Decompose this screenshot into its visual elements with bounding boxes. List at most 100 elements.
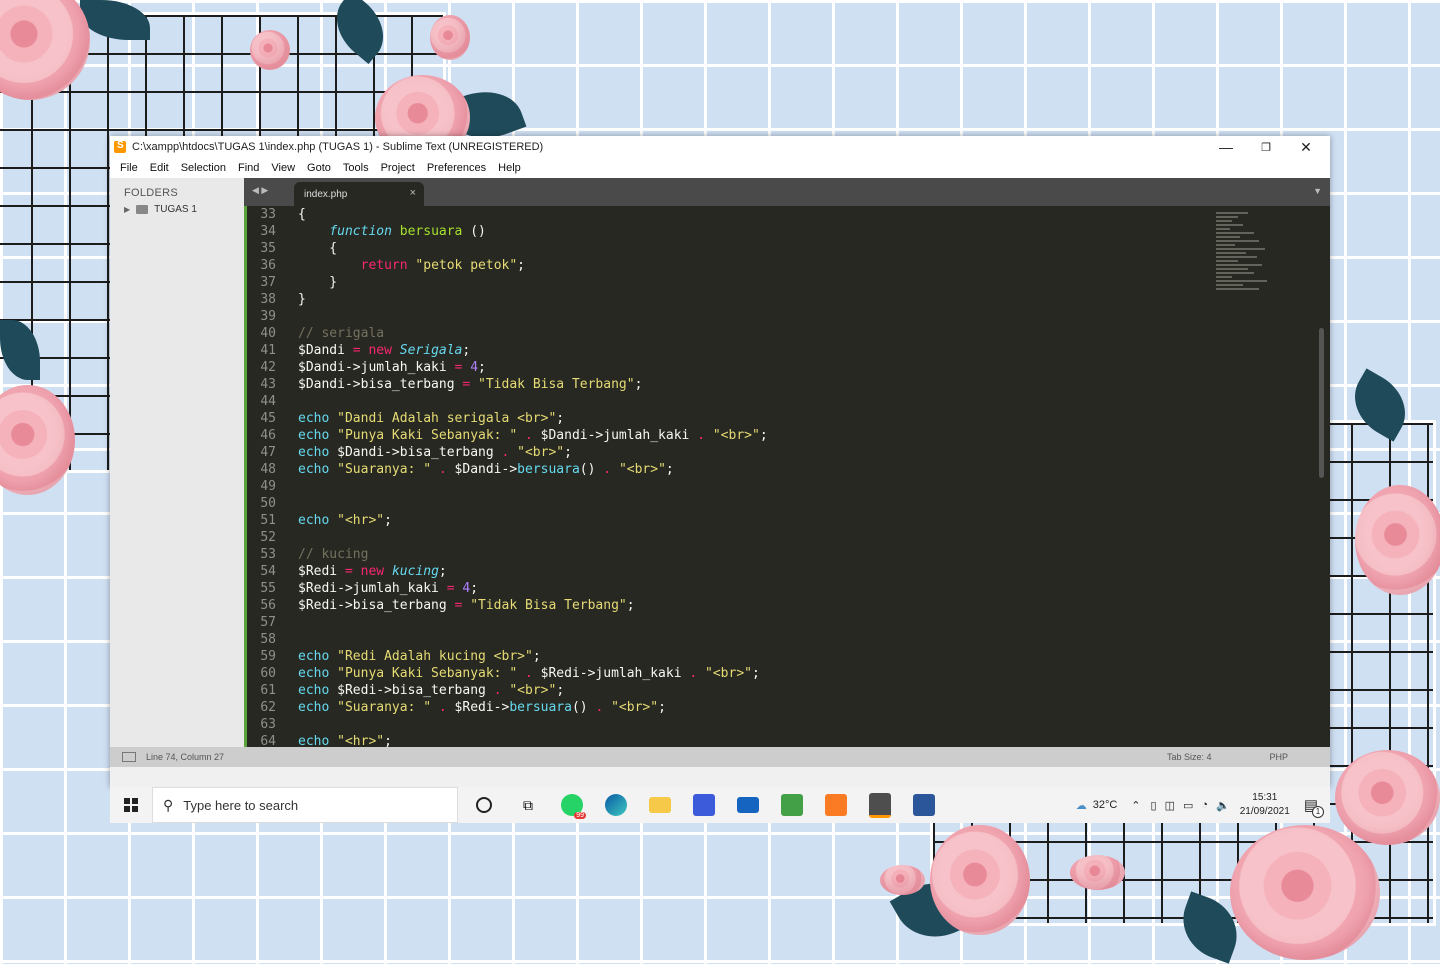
line-number: 55 bbox=[260, 581, 276, 596]
menu-selection[interactable]: Selection bbox=[175, 162, 232, 174]
line-number: 57 bbox=[260, 615, 276, 630]
chevron-up-icon[interactable]: ⌃ bbox=[1131, 799, 1140, 812]
word-icon[interactable] bbox=[908, 787, 940, 823]
vertical-scrollbar[interactable] bbox=[1319, 328, 1324, 478]
menu-goto[interactable]: Goto bbox=[301, 162, 337, 174]
sidebar-folder-tugas-1[interactable]: ▶ TUGAS 1 bbox=[110, 199, 244, 215]
code-line[interactable]: 40 // serigala bbox=[244, 325, 1314, 342]
line-number: 34 bbox=[260, 224, 276, 239]
rose-decoration bbox=[880, 865, 925, 895]
code-line[interactable]: 61 echo $Redi->bisa_terbang . "<br>"; bbox=[244, 682, 1314, 699]
line-number: 59 bbox=[260, 649, 276, 664]
tab-label: index.php bbox=[304, 188, 348, 200]
line-text: $Redi->jumlah_kaki = 4; bbox=[298, 581, 479, 596]
mail-icon[interactable] bbox=[732, 787, 764, 823]
menu-help[interactable]: Help bbox=[492, 162, 527, 174]
code-editor[interactable]: 33{34 function bersuara () 35 {36 return … bbox=[244, 206, 1314, 767]
code-line[interactable]: 37 } bbox=[244, 274, 1314, 291]
code-line[interactable]: 45 echo "Dandi Adalah serigala <br>"; bbox=[244, 410, 1314, 427]
tab-size[interactable]: Tab Size: 4 bbox=[1167, 752, 1212, 762]
code-line[interactable]: 56 $Redi->bisa_terbang = "Tidak Bisa Terb… bbox=[244, 597, 1314, 614]
clock[interactable]: 15:31 21/09/2021 bbox=[1240, 791, 1290, 819]
code-line[interactable]: 63 bbox=[244, 716, 1314, 733]
app-icon-green[interactable] bbox=[776, 787, 808, 823]
menu-find[interactable]: Find bbox=[232, 162, 265, 174]
code-line[interactable]: 48 echo "Suaranya: " . $Dandi->bersuara()… bbox=[244, 461, 1314, 478]
code-line[interactable]: 42 $Dandi->jumlah_kaki = 4; bbox=[244, 359, 1314, 376]
line-number: 35 bbox=[260, 241, 276, 256]
task-view-icon[interactable]: ⧉ bbox=[512, 787, 544, 823]
tab-menu-icon[interactable]: ▼ bbox=[1313, 186, 1322, 196]
code-line[interactable]: 47 echo $Dandi->bisa_terbang . "<br>"; bbox=[244, 444, 1314, 461]
menu-project[interactable]: Project bbox=[375, 162, 421, 174]
file-explorer-icon[interactable] bbox=[644, 787, 676, 823]
line-number: 43 bbox=[260, 377, 276, 392]
tab-nav-arrows-icon[interactable]: ◀ ▶ bbox=[252, 185, 268, 196]
minimize-button[interactable]: — bbox=[1206, 136, 1246, 158]
restore-button[interactable]: ❐ bbox=[1246, 136, 1286, 158]
code-line[interactable]: 49 bbox=[244, 478, 1314, 495]
code-line[interactable]: 43 $Dandi->bisa_terbang = "Tidak Bisa Ter… bbox=[244, 376, 1314, 393]
line-text: $Redi->bisa_terbang = "Tidak Bisa Terban… bbox=[298, 598, 635, 613]
code-line[interactable]: 50 bbox=[244, 495, 1314, 512]
code-line[interactable]: 60 echo "Punya Kaki Sebanyak: " . $Redi->… bbox=[244, 665, 1314, 682]
xampp-icon[interactable] bbox=[820, 787, 852, 823]
line-number: 48 bbox=[260, 462, 276, 477]
code-line[interactable]: 33 { bbox=[244, 206, 1314, 223]
line-number: 49 bbox=[260, 479, 276, 494]
menu-file[interactable]: File bbox=[114, 162, 144, 174]
line-number: 38 bbox=[260, 292, 276, 307]
code-line[interactable]: 59 echo "Redi Adalah kucing <br>"; bbox=[244, 648, 1314, 665]
temperature[interactable]: 32°C bbox=[1093, 799, 1118, 811]
wifi-icon[interactable]: ◔ bbox=[1201, 799, 1208, 811]
menu-view[interactable]: View bbox=[265, 162, 301, 174]
whatsapp-icon[interactable]: 99 bbox=[556, 787, 588, 823]
menu-tools[interactable]: Tools bbox=[337, 162, 375, 174]
code-line[interactable]: 62 echo "Suaranya: " . $Redi->bersuara() … bbox=[244, 699, 1314, 716]
code-line[interactable]: 51 echo "<hr>"; bbox=[244, 512, 1314, 529]
code-line[interactable]: 35 { bbox=[244, 240, 1314, 257]
menu-preferences[interactable]: Preferences bbox=[421, 162, 492, 174]
battery-icon[interactable]: ▭ bbox=[1183, 799, 1193, 812]
code-line[interactable]: 55 $Redi->jumlah_kaki = 4; bbox=[244, 580, 1314, 597]
tab-index-php[interactable]: index.php × bbox=[294, 182, 424, 206]
code-line[interactable]: 41 $Dandi = new Serigala; bbox=[244, 342, 1314, 359]
code-line[interactable]: 46 echo "Punya Kaki Sebanyak: " . $Dandi-… bbox=[244, 427, 1314, 444]
line-number: 33 bbox=[260, 207, 276, 222]
code-line[interactable]: 38} bbox=[244, 291, 1314, 308]
code-line[interactable]: 52 bbox=[244, 529, 1314, 546]
code-line[interactable]: 44 bbox=[244, 393, 1314, 410]
usb-icon[interactable]: ▯ bbox=[1151, 799, 1157, 812]
line-text: echo $Redi->bisa_terbang . "<br>"; bbox=[298, 683, 565, 698]
line-number: 63 bbox=[260, 717, 276, 732]
code-line[interactable]: 36 return "petok petok"; bbox=[244, 257, 1314, 274]
sublime-text-taskbar-icon[interactable] bbox=[864, 787, 896, 823]
start-button[interactable] bbox=[110, 787, 152, 823]
code-line[interactable]: 58 bbox=[244, 631, 1314, 648]
line-number: 58 bbox=[260, 632, 276, 647]
tab-close-icon[interactable]: × bbox=[410, 187, 416, 199]
code-line[interactable]: 39 bbox=[244, 308, 1314, 325]
camera-icon[interactable]: ◫ bbox=[1165, 799, 1175, 812]
line-number: 52 bbox=[260, 530, 276, 545]
menu-bar: File Edit Selection Find View Goto Tools… bbox=[110, 158, 1330, 178]
cortana-icon[interactable] bbox=[468, 787, 500, 823]
taskbar-search-box[interactable]: ⚲ Type here to search bbox=[152, 787, 458, 823]
volume-icon[interactable]: 🔈 bbox=[1216, 799, 1230, 812]
code-line[interactable]: 53 // kucing bbox=[244, 546, 1314, 563]
code-line[interactable]: 54 $Redi = new kucing; bbox=[244, 563, 1314, 580]
code-line[interactable]: 57 bbox=[244, 614, 1314, 631]
weather-icon[interactable]: ☁ bbox=[1076, 799, 1087, 812]
sublime-text-window: C:\xampp\htdocs\TUGAS 1\index.php (TUGAS… bbox=[110, 136, 1330, 787]
edge-browser-icon[interactable] bbox=[600, 787, 632, 823]
menu-edit[interactable]: Edit bbox=[144, 162, 175, 174]
minimap[interactable] bbox=[1216, 210, 1270, 370]
syntax-mode[interactable]: PHP bbox=[1269, 752, 1288, 762]
code-line[interactable]: 34 function bersuara () bbox=[244, 223, 1314, 240]
close-button[interactable]: ✕ bbox=[1286, 136, 1326, 158]
rose-decoration bbox=[930, 825, 1030, 935]
expand-arrow-icon[interactable]: ▶ bbox=[124, 205, 130, 214]
editor-area: ◀ ▶ index.php × ▼ 33 {34 function bersuar… bbox=[244, 178, 1330, 767]
visual-studio-icon[interactable] bbox=[688, 787, 720, 823]
notification-center-icon[interactable]: ▤ 1 bbox=[1304, 796, 1324, 818]
